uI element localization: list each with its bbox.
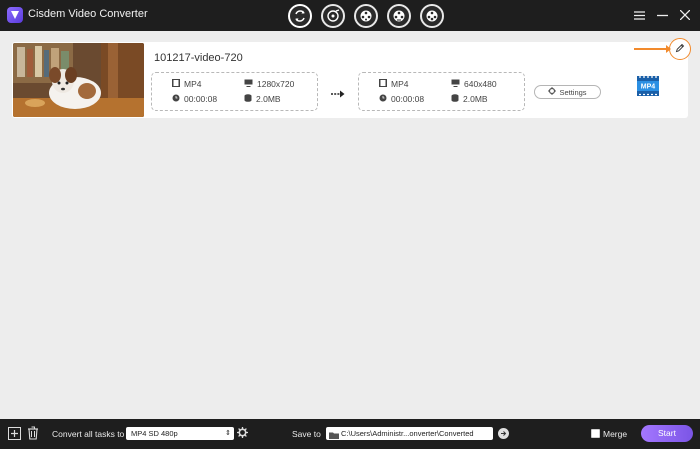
trash-icon[interactable]	[27, 426, 39, 442]
source-info: MP4 1280x720 00:00:08 2.0MB	[151, 72, 318, 111]
clock-icon	[172, 94, 180, 104]
format-badge-text: MP4	[641, 84, 656, 91]
merge-checkbox[interactable]	[591, 429, 600, 438]
output-format-icon[interactable]: MP4	[636, 74, 660, 103]
download-icon[interactable]	[354, 4, 378, 28]
save-path-field[interactable]: C:\Users\Administr...onverter\Converted	[326, 427, 493, 440]
clock-icon	[379, 94, 387, 104]
output-format-select[interactable]: MP4 SD 480p ⇕	[126, 427, 234, 440]
updown-caret-icon: ⇕	[225, 430, 231, 437]
edit-button[interactable]	[669, 38, 691, 60]
source-resolution: 1280x720	[244, 79, 294, 89]
add-file-icon[interactable]	[8, 427, 21, 442]
film-icon	[172, 79, 180, 89]
folder-icon	[329, 430, 339, 440]
settings-button[interactable]: Settings	[534, 85, 601, 99]
pencil-icon	[675, 40, 685, 58]
database-icon	[451, 94, 459, 104]
burn-icon[interactable]	[387, 4, 411, 28]
task-item[interactable]: 101217-video-720 MP4 1280x720 00:00:08 2…	[12, 38, 691, 118]
edit-pointer-arrow	[634, 45, 671, 53]
video-thumbnail[interactable]	[13, 43, 144, 117]
film-icon	[379, 79, 387, 89]
app-logo-icon	[7, 7, 23, 23]
merge-label: Merge	[603, 429, 628, 439]
database-icon	[244, 94, 252, 104]
output-resolution: 640x480	[451, 79, 497, 89]
monitor-icon	[451, 79, 460, 89]
format-settings-gear-icon[interactable]	[237, 427, 248, 440]
bottom-bar: Convert all tasks to MP4 SD 480p ⇕ Save …	[0, 419, 700, 449]
convert-all-label: Convert all tasks to	[52, 429, 125, 439]
convert-icon[interactable]	[288, 4, 312, 28]
minimize-icon[interactable]	[655, 6, 669, 24]
compress-icon[interactable]	[420, 4, 444, 28]
app-title: Cisdem Video Converter	[28, 8, 148, 20]
save-to-label: Save to	[292, 429, 321, 439]
window-controls	[632, 6, 692, 24]
open-folder-arrow-icon[interactable]	[498, 428, 509, 439]
source-duration: 00:00:08	[172, 94, 217, 104]
rip-dvd-icon[interactable]	[321, 4, 345, 28]
close-icon[interactable]	[678, 6, 692, 24]
convert-arrow-icon	[331, 85, 345, 103]
output-info: MP4 640x480 00:00:08 2.0MB	[358, 72, 525, 111]
output-size: 2.0MB	[451, 94, 488, 104]
output-format: MP4	[379, 79, 408, 89]
monitor-icon	[244, 79, 253, 89]
start-button[interactable]: Start	[641, 425, 693, 442]
source-size: 2.0MB	[244, 94, 281, 104]
main-toolbar	[288, 4, 444, 28]
gear-icon	[548, 87, 557, 97]
file-name: 101217-video-720	[154, 52, 243, 64]
title-bar: Cisdem Video Converter	[0, 0, 700, 31]
menu-icon[interactable]	[632, 6, 646, 24]
output-duration: 00:00:08	[379, 94, 424, 104]
source-format: MP4	[172, 79, 201, 89]
